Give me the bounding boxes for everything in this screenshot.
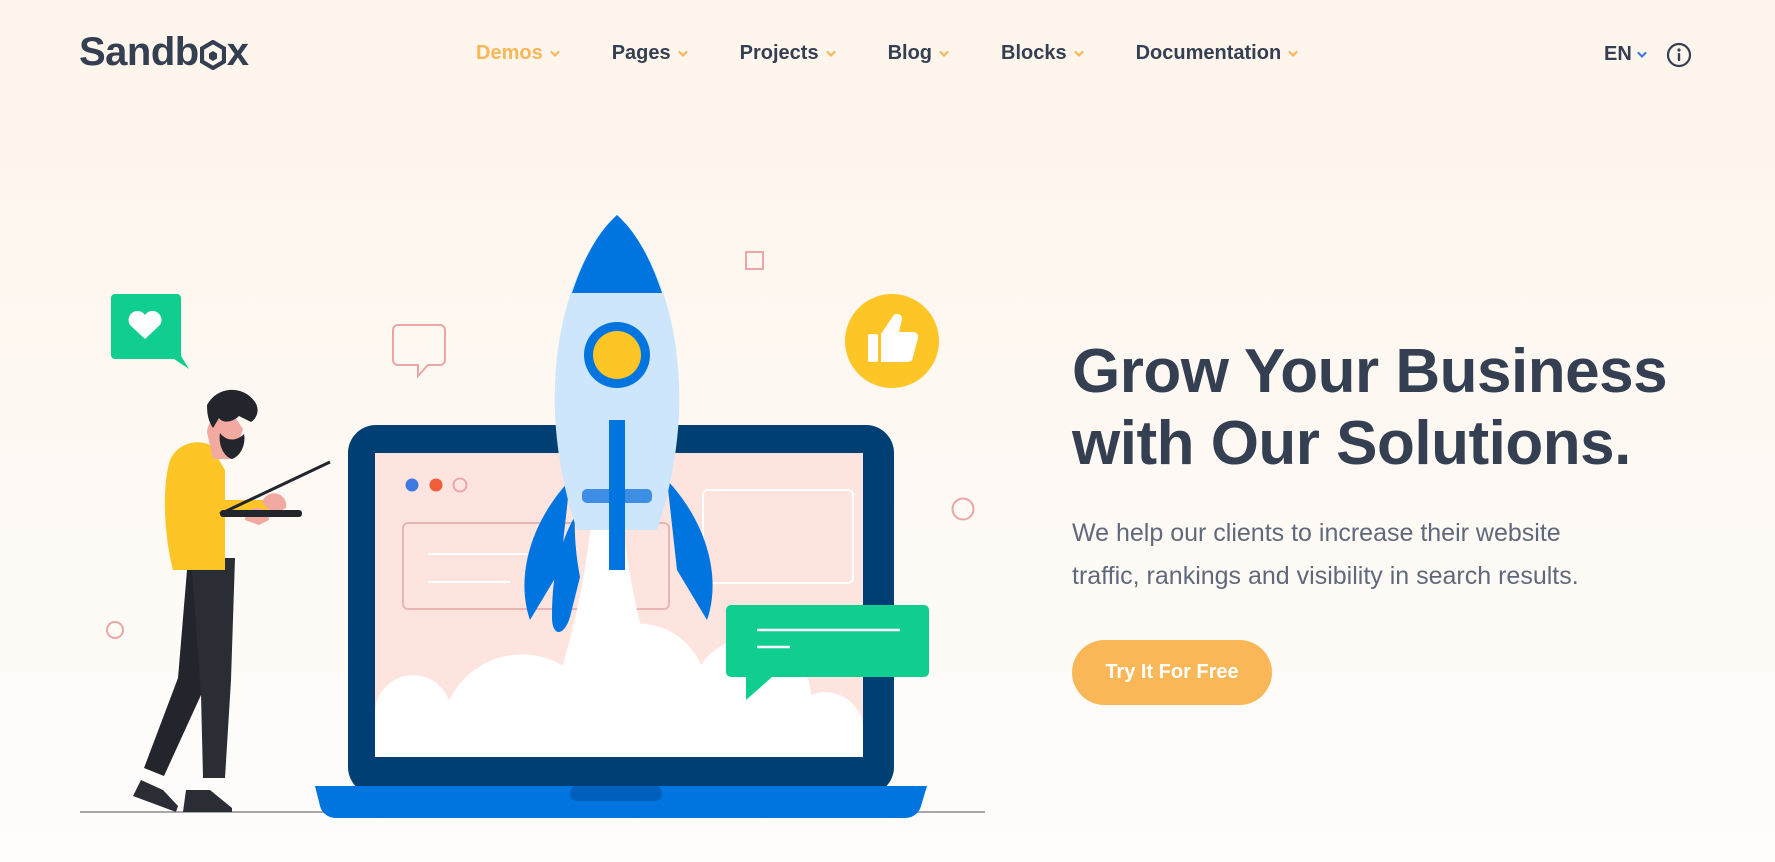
- main-nav: Demos Pages Projects Blog Blocks Documen…: [476, 42, 1298, 65]
- logo-hexagon-icon: [199, 39, 226, 70]
- heart-icon: [111, 294, 189, 369]
- chevron-down-icon: [678, 50, 688, 57]
- nav-item-label: Pages: [611, 42, 671, 64]
- try-it-for-free-button[interactable]: Try It For Free: [1072, 640, 1272, 705]
- hero-text-line2: traffic, rankings and visibility in sear…: [1072, 562, 1579, 590]
- deco-circle: [951, 497, 975, 521]
- hero-title: Grow Your Business with Our Solutions.: [1072, 336, 1712, 480]
- nav-item-blog[interactable]: Blog: [888, 42, 949, 65]
- hero-title-line2: with Our Solutions.: [1072, 409, 1631, 478]
- nav-item-documentation[interactable]: Documentation: [1136, 42, 1299, 65]
- thumbs-up-icon: [845, 294, 939, 388]
- nav-item-label: Demos: [476, 42, 543, 64]
- person-icon: [133, 389, 331, 812]
- hero-title-line1: Grow Your Business: [1072, 337, 1668, 406]
- deco-square: [745, 251, 764, 270]
- deco-circle: [106, 621, 124, 639]
- chevron-down-icon: [1074, 50, 1084, 57]
- nav-item-demos[interactable]: Demos: [476, 42, 560, 65]
- nav-item-label: Blocks: [1001, 42, 1067, 64]
- language-selector[interactable]: EN: [1604, 43, 1647, 66]
- nav-item-projects[interactable]: Projects: [740, 42, 836, 65]
- nav-item-blocks[interactable]: Blocks: [1001, 42, 1084, 65]
- chevron-down-icon: [550, 50, 560, 57]
- hero-description: We help our clients to increase their we…: [1072, 512, 1692, 598]
- language-label: EN: [1604, 43, 1632, 65]
- logo-text-right: x: [226, 30, 249, 74]
- nav-item-label: Documentation: [1135, 42, 1282, 64]
- chevron-down-icon: [1288, 50, 1298, 57]
- nav-item-label: Blog: [887, 42, 933, 64]
- hero-text-line1: We help our clients to increase their we…: [1072, 519, 1561, 547]
- nav-item-label: Projects: [739, 42, 819, 64]
- hero-illustration: [80, 215, 985, 819]
- chevron-down-icon: [1637, 51, 1647, 58]
- chevron-down-icon: [939, 50, 949, 57]
- info-icon[interactable]: [1666, 42, 1692, 68]
- nav-item-pages[interactable]: Pages: [612, 42, 688, 65]
- logo-text-left: Sandb: [79, 30, 199, 74]
- navbar: Sandb x Demos Pages Projects Blog Blocks: [0, 0, 1775, 110]
- brand-logo[interactable]: Sandb x: [79, 30, 249, 75]
- chat-bubble-outline-icon: [392, 324, 446, 379]
- chevron-down-icon: [825, 50, 836, 57]
